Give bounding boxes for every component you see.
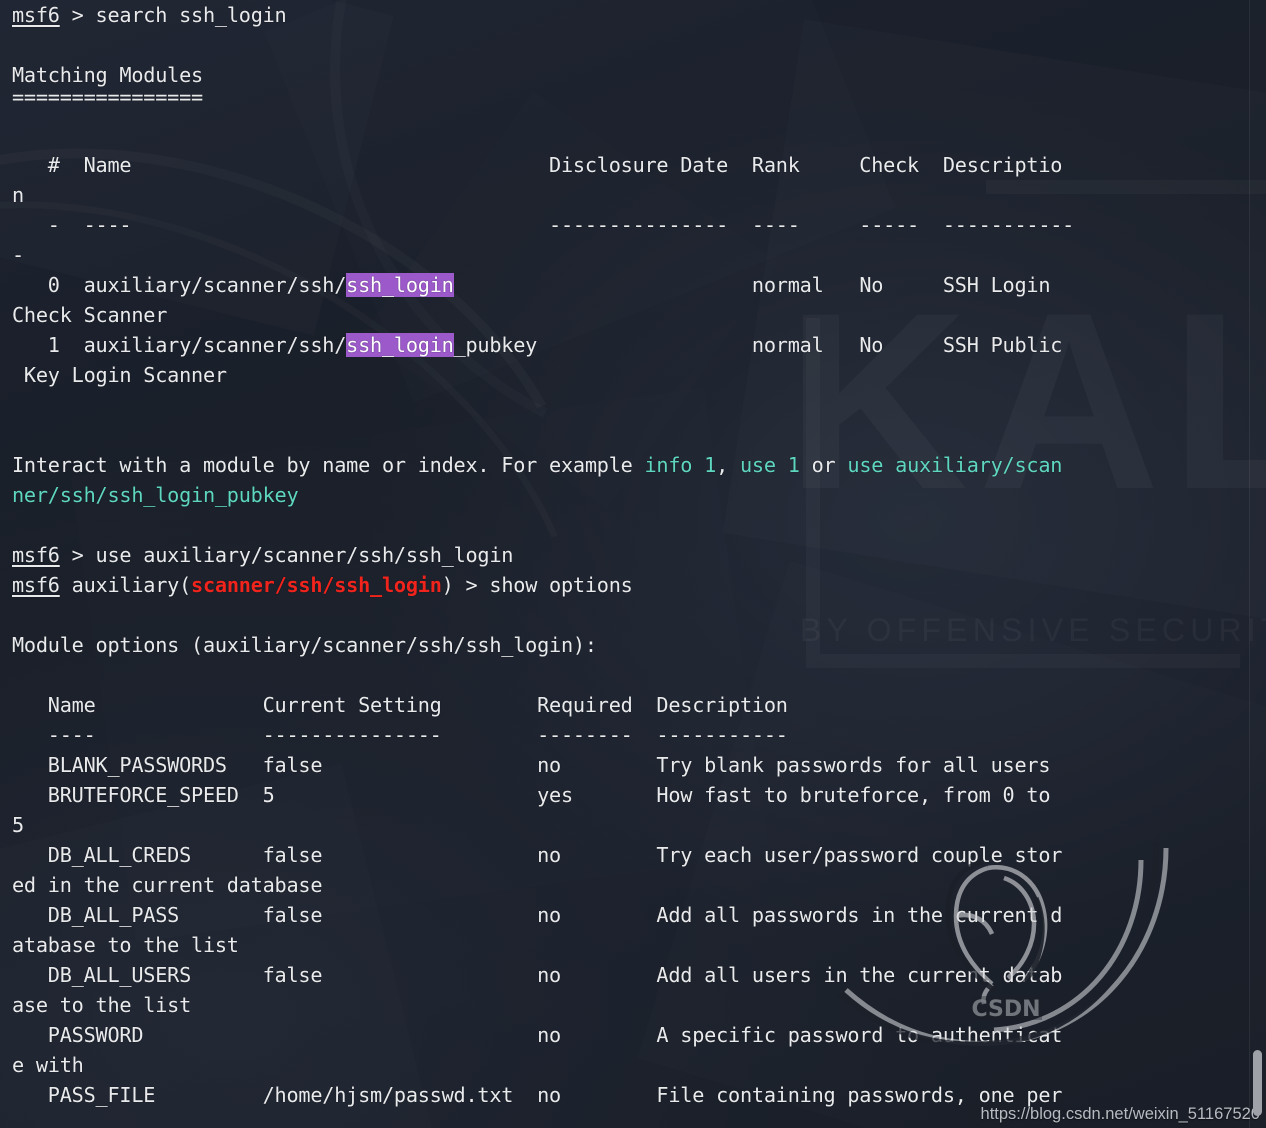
terminal-line: 5 bbox=[12, 810, 24, 840]
terminal-text: 5 bbox=[12, 813, 24, 837]
msf-prompt-host: msf6 bbox=[12, 543, 60, 567]
terminal-text: BLANK_PASSWORDS false no Try blank passw… bbox=[12, 753, 1051, 777]
terminal-text: 1 auxiliary/scanner/ssh/ bbox=[12, 333, 347, 357]
heading-rule: ================ bbox=[12, 85, 203, 109]
hint-command-text: ner/ssh/ssh_login_pubkey bbox=[12, 483, 299, 507]
terminal-text: e with bbox=[12, 1053, 84, 1077]
terminal-text: PASS_FILE /home/hjsm/passwd.txt no File … bbox=[12, 1083, 1063, 1107]
terminal-text: - bbox=[12, 243, 24, 267]
terminal-line: msf6 > use auxiliary/scanner/ssh/ssh_log… bbox=[12, 540, 513, 570]
csdn-watermark-url: https://blog.csdn.net/weixin_51167520 bbox=[980, 1105, 1260, 1123]
scrollbar-track[interactable] bbox=[1250, 0, 1266, 1128]
msf-prompt-host: msf6 bbox=[12, 3, 60, 27]
terminal-text: BRUTEFORCE_SPEED 5 yes How fast to brute… bbox=[12, 783, 1051, 807]
terminal-line: BRUTEFORCE_SPEED 5 yes How fast to brute… bbox=[12, 780, 1051, 810]
terminal-line: msf6 auxiliary(scanner/ssh/ssh_login) > … bbox=[12, 570, 633, 600]
terminal-line: # Name Disclosure Date Rank Check Descri… bbox=[12, 150, 1063, 180]
terminal-text: > search ssh_login bbox=[59, 3, 287, 27]
terminal-line: ================ bbox=[12, 82, 203, 112]
hint-command-text: info 1 bbox=[644, 453, 717, 477]
terminal-text: ---- --------------- -------- ----------… bbox=[12, 723, 788, 747]
terminal-text: normal No SSH Login bbox=[453, 273, 1051, 297]
scrollbar-thumb[interactable] bbox=[1253, 1050, 1262, 1116]
terminal-text: or bbox=[799, 453, 848, 477]
terminal-text: ase to the list bbox=[12, 993, 192, 1017]
terminal-line: ---- --------------- -------- ----------… bbox=[12, 720, 788, 750]
hint-command-text: use auxiliary/scan bbox=[847, 453, 1063, 477]
terminal-line: Module options (auxiliary/scanner/ssh/ss… bbox=[12, 630, 597, 660]
terminal-line: Interact with a module by name or index.… bbox=[12, 450, 1062, 480]
terminal-text: n bbox=[12, 183, 24, 207]
terminal-text: Module options (auxiliary/scanner/ssh/ss… bbox=[12, 633, 597, 657]
terminal-line: - bbox=[12, 240, 24, 270]
terminal-text: Key Login Scanner bbox=[12, 363, 227, 387]
terminal-line: Key Login Scanner bbox=[12, 360, 227, 390]
terminal-text: _pubkey normal No SSH Public bbox=[453, 333, 1063, 357]
terminal-line: ner/ssh/ssh_login_pubkey bbox=[12, 480, 299, 510]
terminal-text: Interact with a module by name or index.… bbox=[12, 453, 645, 477]
terminal-line: - ---- --------------- ---- ----- ------… bbox=[12, 210, 1075, 240]
terminal-text: - ---- --------------- ---- ----- ------… bbox=[12, 213, 1075, 237]
terminal-line: 1 auxiliary/scanner/ssh/ssh_login_pubkey… bbox=[12, 330, 1062, 360]
terminal-text: 0 auxiliary/scanner/ssh/ bbox=[12, 273, 347, 297]
search-match-highlight: ssh_login bbox=[346, 333, 454, 357]
terminal-line: atabase to the list bbox=[12, 930, 239, 960]
terminal-text: Name Current Setting Required Descriptio… bbox=[12, 693, 788, 717]
terminal-text: ed in the current database bbox=[12, 873, 323, 897]
terminal-text: ) > show options bbox=[441, 573, 633, 597]
terminal-line: Name Current Setting Required Descriptio… bbox=[12, 690, 788, 720]
csdn-dragon-watermark-icon: CSDN bbox=[838, 841, 1169, 1048]
terminal-text: > use auxiliary/scanner/ssh/ssh_login bbox=[59, 543, 514, 567]
terminal-text: , bbox=[716, 453, 740, 477]
terminal-line: ed in the current database bbox=[12, 870, 323, 900]
terminal-text: auxiliary( bbox=[59, 573, 192, 597]
terminal-line: e with bbox=[12, 1050, 84, 1080]
terminal-line: n bbox=[12, 180, 24, 210]
search-match-highlight: ssh_login bbox=[346, 273, 454, 297]
terminal-line: BLANK_PASSWORDS false no Try blank passw… bbox=[12, 750, 1051, 780]
msf-prompt-host: msf6 bbox=[12, 573, 60, 597]
terminal-text: atabase to the list bbox=[12, 933, 239, 957]
terminal-line: msf6 > search ssh_login bbox=[12, 0, 287, 30]
terminal-text: # Name Disclosure Date Rank Check Descri… bbox=[12, 153, 1063, 177]
terminal-line: PASS_FILE /home/hjsm/passwd.txt no File … bbox=[12, 1080, 1063, 1110]
terminal-line: ase to the list bbox=[12, 990, 191, 1020]
terminal-line: Check Scanner bbox=[12, 300, 167, 330]
hint-command-text: use 1 bbox=[739, 453, 800, 477]
terminal-text: Check Scanner bbox=[12, 303, 168, 327]
terminal-line: 0 auxiliary/scanner/ssh/ssh_login normal… bbox=[12, 270, 1050, 300]
active-module-name: scanner/ssh/ssh_login bbox=[191, 573, 442, 597]
